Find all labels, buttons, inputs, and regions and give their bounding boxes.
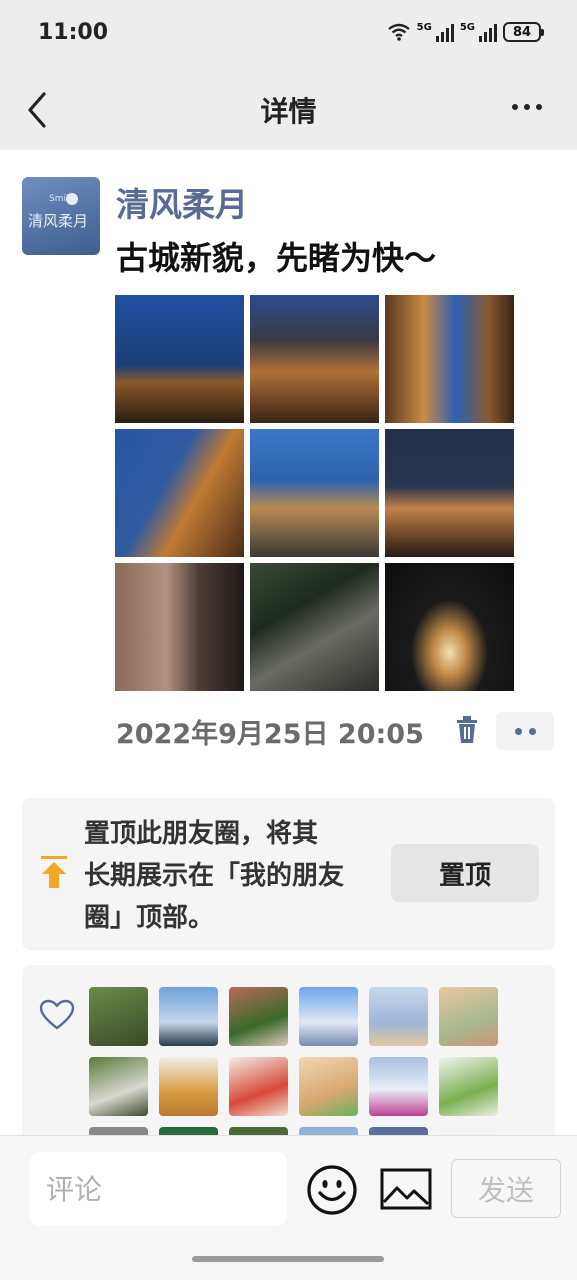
post-text: 古城新貌，先睹为快～ — [116, 239, 437, 277]
photo-grid — [115, 295, 514, 693]
pin-card: 置顶此朋友圈，将其 长期展示在「我的朋友 圈」顶部。 置顶 — [22, 798, 555, 950]
like-avatar[interactable] — [159, 1057, 218, 1116]
signal-2-label: 5G — [459, 22, 475, 33]
status-time: 11:00 — [38, 20, 109, 45]
like-avatar[interactable] — [369, 1057, 428, 1116]
like-avatar[interactable] — [369, 987, 428, 1046]
pin-top-arrow-icon — [41, 856, 67, 888]
post-photo[interactable] — [115, 295, 244, 423]
pin-line-3: 圈」顶部。 — [84, 903, 215, 933]
signal-2-icon: 5G — [460, 22, 497, 42]
signal-1-icon: 5G — [417, 22, 454, 42]
home-indicator[interactable] — [192, 1256, 384, 1262]
pin-line-2: 长期展示在「我的朋友 — [84, 861, 345, 891]
author-avatar[interactable]: Smile 清风柔月 — [22, 177, 100, 255]
image-button[interactable] — [380, 1168, 432, 1210]
post-action-button[interactable] — [496, 712, 554, 750]
avatar-small-text: Smile — [49, 194, 75, 204]
send-button[interactable]: 发送 — [451, 1159, 561, 1218]
battery-icon: 84 — [503, 22, 544, 42]
heart-icon — [39, 999, 75, 1030]
avatar-text: 清风柔月 — [28, 212, 89, 230]
post-photo[interactable] — [250, 429, 379, 557]
like-avatar[interactable] — [229, 987, 288, 1046]
like-avatar[interactable] — [229, 1057, 288, 1116]
post-photo[interactable] — [115, 563, 244, 691]
pin-line-1: 置顶此朋友圈，将其 — [84, 819, 319, 849]
status-bar: 11:00 5G 5G 84 — [0, 0, 577, 70]
like-avatar[interactable] — [159, 987, 218, 1046]
pin-description: 置顶此朋友圈，将其 长期展示在「我的朋友 圈」顶部。 — [84, 813, 374, 939]
post-photo[interactable] — [385, 429, 514, 557]
post-photo[interactable] — [250, 295, 379, 423]
more-dots-icon — [512, 104, 518, 110]
delete-button[interactable] — [453, 715, 481, 745]
like-avatar[interactable] — [439, 987, 498, 1046]
page-title: 详情 — [260, 95, 317, 128]
nav-bar: 详情 — [0, 70, 577, 150]
status-icons: 5G 5G 84 — [387, 22, 544, 42]
signal-1-label: 5G — [416, 22, 432, 33]
like-avatar[interactable] — [89, 1057, 148, 1116]
post-photo[interactable] — [385, 563, 514, 691]
two-dots-icon — [514, 727, 522, 735]
trash-icon — [457, 716, 477, 743]
pin-button[interactable]: 置顶 — [391, 844, 539, 902]
post-photo[interactable] — [385, 295, 514, 423]
post-photo[interactable] — [115, 429, 244, 557]
like-avatar[interactable] — [439, 1057, 498, 1116]
wifi-icon — [387, 23, 410, 41]
like-avatar[interactable] — [299, 1057, 358, 1116]
image-icon — [380, 1168, 432, 1210]
like-avatar[interactable] — [89, 987, 148, 1046]
comment-input[interactable] — [30, 1152, 287, 1226]
battery-level: 84 — [512, 24, 532, 40]
author-name[interactable]: 清风柔月 — [116, 178, 248, 226]
like-avatar[interactable] — [299, 987, 358, 1046]
smiley-icon — [307, 1165, 357, 1215]
emoji-button[interactable] — [306, 1164, 358, 1216]
post-timestamp: 2022年9月25日 20:05 — [116, 719, 424, 750]
more-button[interactable] — [507, 95, 547, 119]
post-photo[interactable] — [250, 563, 379, 691]
